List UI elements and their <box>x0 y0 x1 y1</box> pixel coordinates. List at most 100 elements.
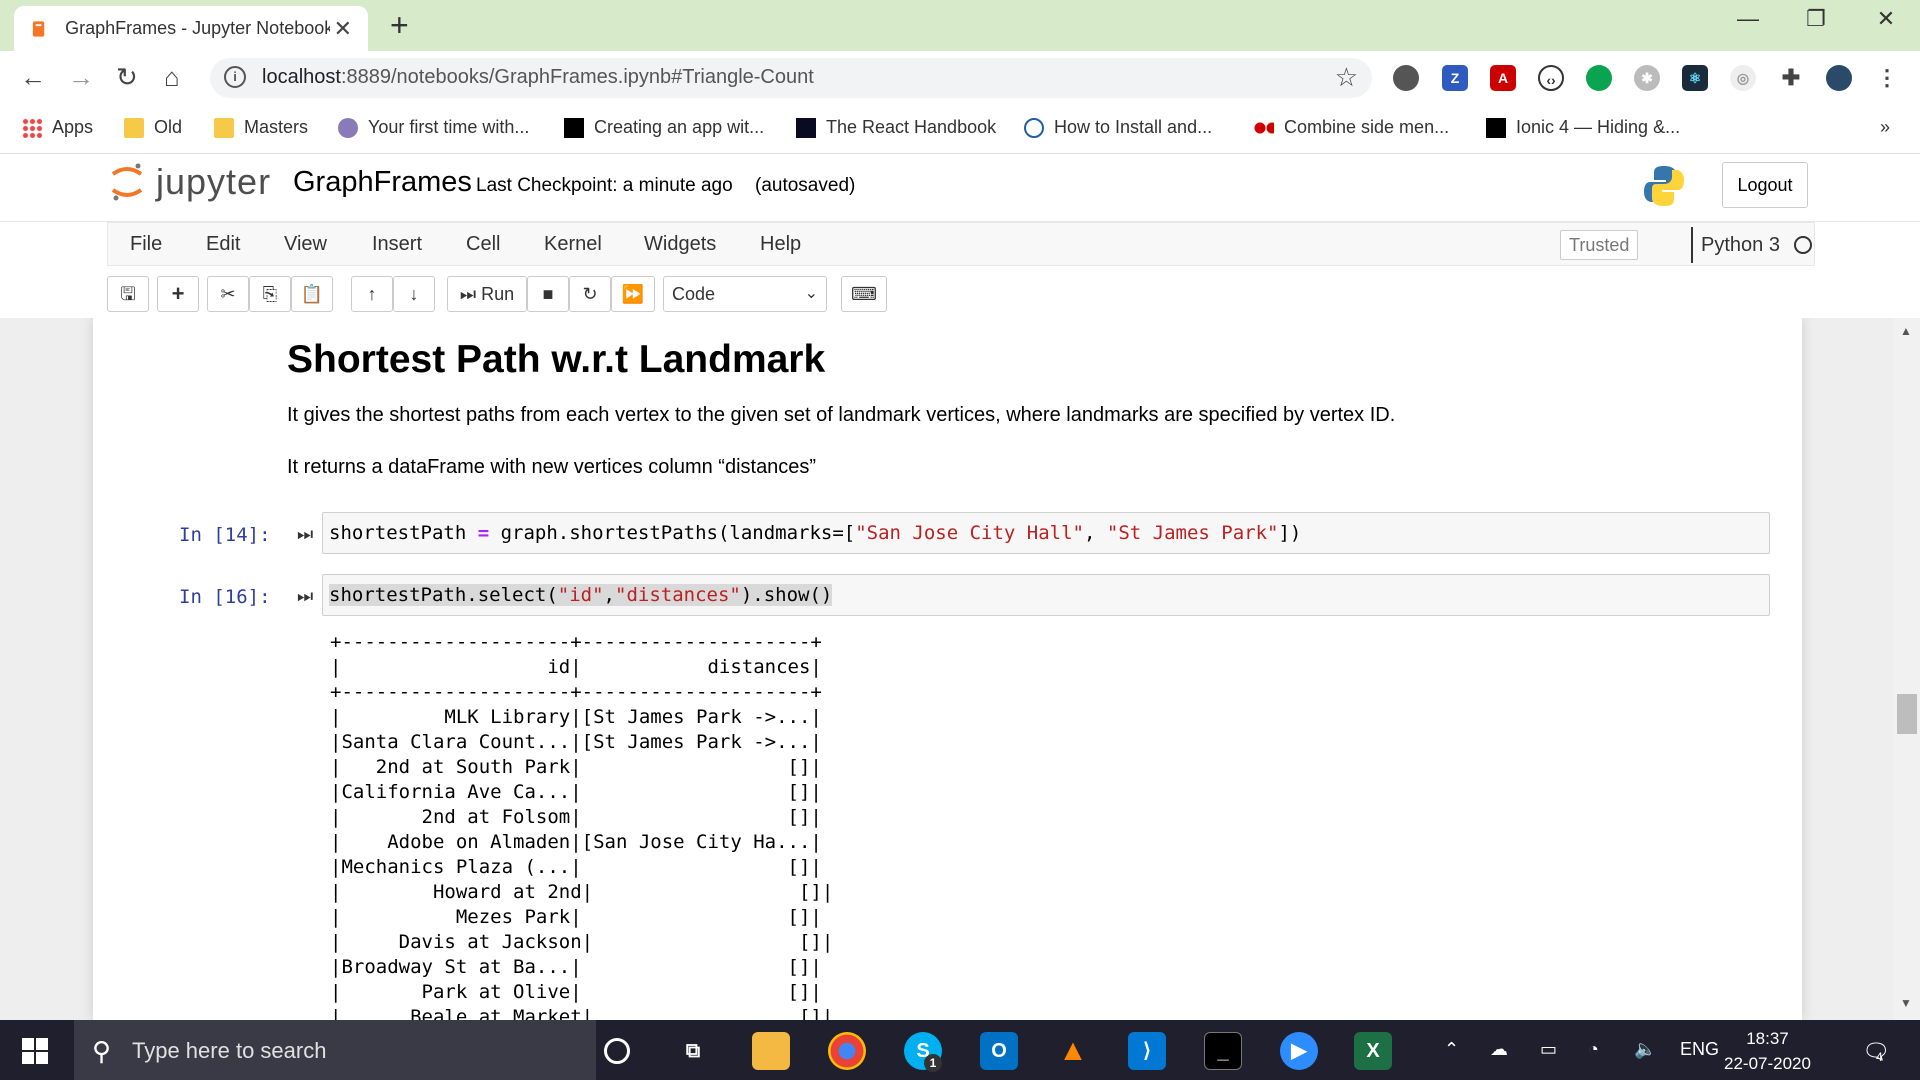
interrupt-icon[interactable]: ■ <box>527 276 569 312</box>
minimize-icon[interactable]: — <box>1718 6 1778 32</box>
show-hidden-icons-icon[interactable]: ⌃ <box>1444 1039 1459 1060</box>
run-button[interactable]: ⏭ Run <box>447 276 527 312</box>
close-window-icon[interactable]: ✕ <box>1856 6 1916 32</box>
keyboard-shortcuts-icon[interactable]: ⌨ <box>841 276 887 312</box>
cortana-icon[interactable] <box>604 1038 630 1064</box>
jupyter-logo[interactable]: jupyter <box>110 160 271 204</box>
save-icon[interactable]: 🖫 <box>107 276 149 312</box>
bookmark-apps[interactable]: Apps <box>22 117 93 138</box>
address-bar[interactable]: i localhost:8889/notebooks/GraphFrames.i… <box>210 58 1372 98</box>
battery-icon[interactable]: ▭ <box>1540 1039 1557 1060</box>
extension-record-icon[interactable]: ◎ <box>1730 65 1756 91</box>
gear-extension-icon[interactable]: ✱ <box>1634 65 1660 91</box>
person-icon <box>338 117 358 138</box>
code-cell-input[interactable]: shortestPath.select("id","distances").sh… <box>322 574 1770 616</box>
task-view-icon[interactable]: ⧉ <box>674 1032 712 1070</box>
pdf-extension-icon[interactable]: A <box>1490 65 1516 91</box>
menu-edit[interactable]: Edit <box>206 233 240 256</box>
clock[interactable]: 18:37 22-07-2020 <box>1724 1026 1811 1076</box>
vlc-icon[interactable]: ▲ <box>1054 1032 1092 1070</box>
home-icon[interactable]: ⌂ <box>164 63 180 91</box>
wifi-icon[interactable]: ◔ <box>1588 1039 1599 1060</box>
notebook-container: Shortest Path w.r.t Landmark It gives th… <box>93 318 1802 1020</box>
cell-prompt: In [16]: <box>179 586 271 608</box>
back-icon[interactable]: ← <box>20 63 46 91</box>
outlook-icon[interactable]: O <box>980 1032 1018 1070</box>
bookmark-creating-app[interactable]: Creating an app wit... <box>564 117 764 138</box>
onedrive-icon[interactable]: ☁ <box>1490 1039 1508 1060</box>
menu-kernel[interactable]: Kernel <box>544 233 602 256</box>
extension-circle-icon[interactable] <box>1393 65 1419 91</box>
chrome-menu-icon[interactable]: ⋮ <box>1874 65 1900 91</box>
notification-count: 4 <box>1876 1050 1883 1064</box>
profile-avatar[interactable] <box>1826 65 1852 91</box>
bookmark-star-icon[interactable]: ☆ <box>1335 62 1358 93</box>
paste-icon[interactable]: 📋 <box>291 276 333 312</box>
cell-type-select[interactable]: Code ⌄ <box>663 276 827 312</box>
bookmark-combine-side-menu[interactable]: Combine side men... <box>1254 117 1449 138</box>
bookmark-masters[interactable]: Masters <box>214 117 308 138</box>
new-tab-button[interactable]: + <box>390 8 409 42</box>
react-devtools-icon[interactable]: ⚛ <box>1682 65 1708 91</box>
restart-icon[interactable]: ↻ <box>569 276 611 312</box>
restart-run-all-icon[interactable]: ⏩ <box>611 276 655 312</box>
vscode-icon[interactable]: ⟩ <box>1128 1032 1166 1070</box>
zotero-extension-icon[interactable]: Z <box>1442 65 1468 91</box>
reload-icon[interactable]: ↻ <box>116 63 138 91</box>
bookmark-first-time[interactable]: Your first time with... <box>338 117 529 138</box>
volume-icon[interactable]: 🔈 <box>1634 1039 1656 1060</box>
windows-taskbar: ⚲ Type here to search ⧉ S 1 O ▲ ⟩ _ ▶ X … <box>0 1020 1920 1080</box>
menu-widgets[interactable]: Widgets <box>644 233 716 256</box>
code-extension-icon[interactable]: ‹› <box>1538 65 1564 91</box>
scroll-down-icon[interactable]: ▼ <box>1900 996 1912 1010</box>
menu-help[interactable]: Help <box>760 233 801 256</box>
move-up-icon[interactable]: ↑ <box>351 276 393 312</box>
chrome-icon[interactable] <box>828 1032 866 1070</box>
scrollbar-thumb[interactable] <box>1897 694 1917 734</box>
insert-cell-icon[interactable]: + <box>157 276 199 312</box>
menu-cell[interactable]: Cell <box>466 233 500 256</box>
close-tab-icon[interactable]: ✕ <box>334 16 352 42</box>
menu-view[interactable]: View <box>284 233 327 256</box>
file-explorer-icon[interactable] <box>752 1032 790 1070</box>
run-cell-icon[interactable]: ⏭ <box>297 586 313 607</box>
menu-insert[interactable]: Insert <box>372 233 422 256</box>
run-icon: ⏭ <box>459 284 477 304</box>
excel-icon[interactable]: X <box>1354 1032 1392 1070</box>
zoom-icon[interactable]: ▶ <box>1280 1032 1318 1070</box>
skype-badge: 1 <box>924 1054 942 1072</box>
chat-extension-icon[interactable] <box>1586 65 1612 91</box>
extensions-puzzle-icon[interactable]: ✚ <box>1778 65 1804 91</box>
url-text[interactable]: localhost:8889/notebooks/GraphFrames.ipy… <box>262 66 814 89</box>
run-cell-icon[interactable]: ⏭ <box>297 524 313 545</box>
bookmark-ionic[interactable]: Ionic 4 — Hiding &... <box>1486 117 1680 138</box>
copy-icon[interactable]: ⎘ <box>249 276 291 312</box>
scroll-up-icon[interactable]: ▲ <box>1900 324 1912 338</box>
taskbar-search[interactable]: ⚲ Type here to search <box>74 1020 596 1080</box>
logout-button[interactable]: Logout <box>1722 162 1808 208</box>
move-down-icon[interactable]: ↓ <box>393 276 435 312</box>
notebook-toolbar: 🖫 + ✂ ⎘ 📋 ↑ ↓ ⏭ Run ■ ↻ ⏩ Code ⌄ ⌨ <box>0 266 1920 318</box>
forward-icon[interactable]: → <box>68 63 94 91</box>
kernel-name[interactable]: Python 3 <box>1691 227 1780 263</box>
browser-tab[interactable]: GraphFrames - Jupyter Notebook ✕ <box>14 6 368 51</box>
bookmark-react-handbook[interactable]: The React Handbook <box>796 117 996 138</box>
more-bookmarks-icon[interactable]: » <box>1880 117 1890 138</box>
bookmark-how-to-install[interactable]: How to Install and... <box>1024 117 1212 138</box>
notebook-area[interactable]: Shortest Path w.r.t Landmark It gives th… <box>0 318 1920 1020</box>
terminal-icon[interactable]: _ <box>1204 1032 1242 1070</box>
vertical-scrollbar[interactable]: ▲ ▼ <box>1893 318 1920 1020</box>
trusted-indicator[interactable]: Trusted <box>1560 230 1639 260</box>
restore-icon[interactable]: ❐ <box>1786 6 1846 32</box>
cut-icon[interactable]: ✂ <box>207 276 249 312</box>
jupyter-logo-icon <box>111 163 143 201</box>
menu-file[interactable]: File <box>130 233 162 256</box>
bookmark-old[interactable]: Old <box>124 117 182 138</box>
language-indicator[interactable]: ENG <box>1680 1039 1719 1060</box>
checkpoint-status: Last Checkpoint: a minute ago <box>476 175 733 196</box>
code-cell-input[interactable]: shortestPath = graph.shortestPaths(landm… <box>322 512 1770 554</box>
windows-start-icon[interactable] <box>22 1038 48 1064</box>
chevron-down-icon: ⌄ <box>804 285 818 302</box>
notebook-name[interactable]: GraphFrames <box>293 166 472 199</box>
site-info-icon[interactable]: i <box>224 66 246 88</box>
